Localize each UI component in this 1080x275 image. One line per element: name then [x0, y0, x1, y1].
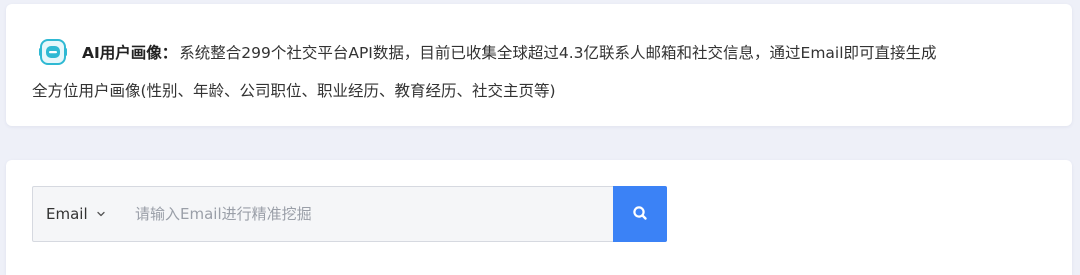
search-card: Email — [6, 160, 1072, 275]
ai-robot-icon — [38, 37, 68, 67]
search-icon — [632, 205, 648, 224]
search-type-label: Email — [46, 205, 88, 223]
search-bar: Email — [32, 186, 667, 242]
info-text-line-2: 全方位用户画像(性别、年龄、公司职位、职业经历、教育经历、社交主页等) — [32, 82, 556, 100]
info-card: AI用户画像： 系统整合299个社交平台API数据，目前已收集全球超过4.3亿联… — [6, 4, 1072, 126]
info-text-line-1: 系统整合299个社交平台API数据，目前已收集全球超过4.3亿联系人邮箱和社交信… — [179, 44, 937, 62]
search-type-select[interactable]: Email — [33, 187, 119, 241]
search-button[interactable] — [613, 186, 667, 242]
chevron-down-icon — [96, 209, 106, 219]
info-label: AI用户画像： — [82, 44, 178, 62]
info-line-1: AI用户画像： 系统整合299个社交平台API数据，目前已收集全球超过4.3亿联… — [38, 37, 937, 67]
search-input[interactable] — [119, 187, 613, 241]
info-line-2: 全方位用户画像(性别、年龄、公司职位、职业经历、教育经历、社交主页等) — [32, 76, 556, 104]
